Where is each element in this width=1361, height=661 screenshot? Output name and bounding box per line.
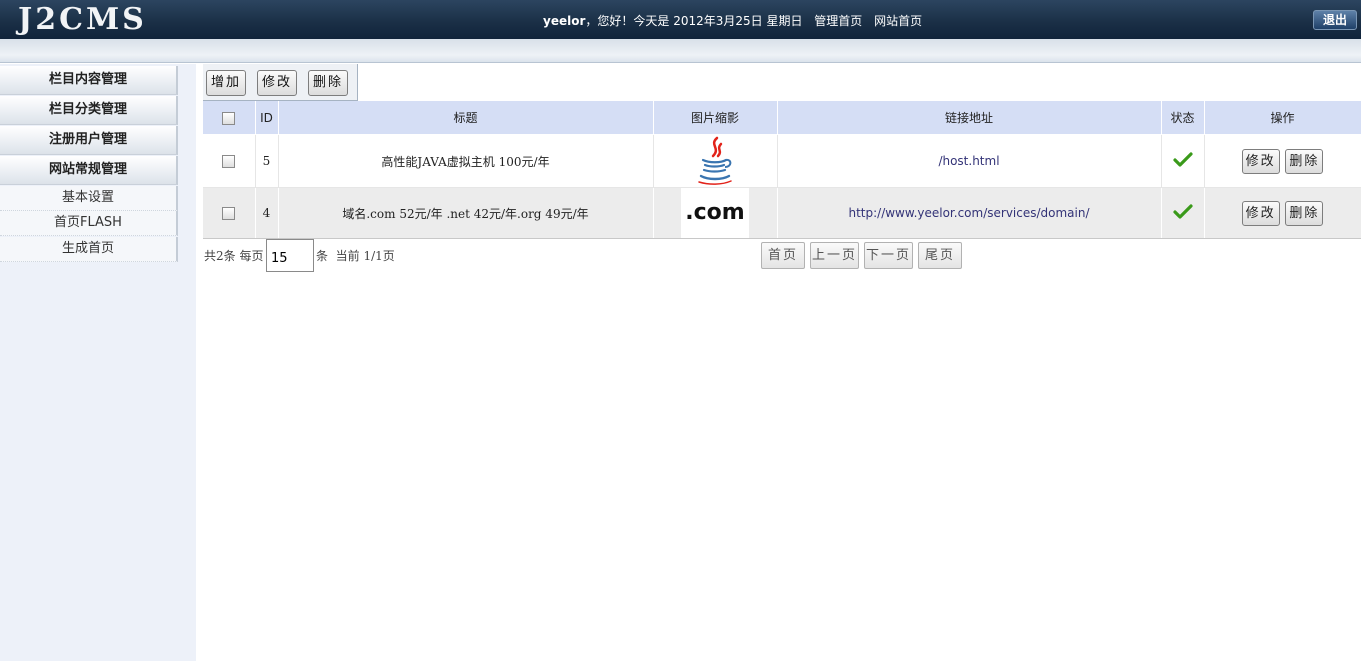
row-image-cell: .com: [653, 187, 778, 239]
row-delete-button[interactable]: 删除: [1285, 148, 1324, 174]
row-title: 域名.com 52元/年 .net 42元/年.org 49元/年: [278, 187, 654, 239]
page-size-input[interactable]: [266, 239, 314, 272]
java-logo-icon: [681, 136, 749, 186]
row-status-cell: [1161, 187, 1205, 239]
row-title: 高性能JAVA虚拟主机 100元/年: [278, 134, 654, 188]
sidebar-item-registered-users[interactable]: 注册用户管理: [0, 126, 178, 155]
sidebar-item-column-content[interactable]: 栏目内容管理: [0, 66, 178, 95]
logout-button[interactable]: 退出: [1313, 10, 1357, 30]
table-row: 5 高性能JAVA虚拟主机 100元/年 /host.html 修改 删除: [203, 134, 1361, 188]
sidebar: 栏目内容管理 栏目分类管理 注册用户管理 网站常规管理 基本设置 首页FLASH…: [0, 64, 196, 661]
site-home-link[interactable]: 网站首页: [874, 14, 922, 28]
pager-summary: 共2条 每页: [204, 247, 263, 264]
edit-button[interactable]: 修改: [257, 70, 297, 96]
total-count: 共2条: [204, 249, 236, 263]
column-header-link: 链接地址: [777, 101, 1162, 135]
action-toolbar: 增加 修改 删除: [203, 64, 358, 101]
row-edit-button[interactable]: 修改: [1241, 148, 1280, 174]
row-id: 5: [255, 134, 279, 188]
column-header-image: 图片缩影: [653, 101, 778, 135]
sidebar-subitem-basic-settings[interactable]: 基本设置: [0, 186, 178, 211]
sidebar-subitem-generate-home[interactable]: 生成首页: [0, 237, 178, 262]
delete-button[interactable]: 删除: [308, 70, 348, 96]
table-row: 4 域名.com 52元/年 .net 42元/年.org 49元/年 .com…: [203, 187, 1361, 239]
sidebar-subitem-home-flash[interactable]: 首页FLASH: [0, 211, 178, 236]
pager-info: 条 当前 1/1页: [316, 247, 395, 264]
row-link[interactable]: /host.html: [777, 134, 1162, 188]
row-checkbox[interactable]: [222, 155, 236, 168]
prev-page-button[interactable]: 上一页: [810, 242, 859, 269]
greeting-text: ，您好！今天是 2012年3月25日 星期日: [585, 14, 803, 28]
current-page: 当前 1/1页: [335, 249, 395, 263]
row-id: 4: [255, 187, 279, 239]
per-page-label: 每页: [239, 249, 264, 263]
content-table: ID 标题 图片缩影 链接地址 状态 操作 5 高性能JAVA虚拟主机 100元…: [203, 101, 1361, 239]
sidebar-item-site-settings[interactable]: 网站常规管理: [0, 156, 178, 185]
admin-home-link[interactable]: 管理首页: [814, 14, 862, 28]
sidebar-item-column-category[interactable]: 栏目分类管理: [0, 96, 178, 125]
per-page-unit: 条: [316, 249, 329, 263]
username: yeelor: [543, 14, 586, 28]
row-select-cell: [203, 187, 256, 239]
next-page-button[interactable]: 下一页: [864, 242, 913, 269]
column-header-status: 状态: [1161, 101, 1205, 135]
check-icon: [1172, 203, 1193, 219]
column-header-title: 标题: [278, 101, 654, 135]
table-header-row: ID 标题 图片缩影 链接地址 状态 操作: [203, 101, 1361, 135]
row-actions-cell: 修改 删除: [1204, 134, 1361, 188]
last-page-button[interactable]: 尾页: [918, 242, 962, 269]
welcome-bar: yeelor，您好！今天是 2012年3月25日 星期日 管理首页 网站首页: [543, 12, 922, 29]
top-header: J2CMS yeelor，您好！今天是 2012年3月25日 星期日 管理首页 …: [0, 0, 1361, 39]
row-select-cell: [203, 134, 256, 188]
row-image-cell: [653, 134, 778, 188]
logo: J2CMS: [18, 2, 147, 37]
row-edit-button[interactable]: 修改: [1241, 200, 1280, 226]
select-all-checkbox[interactable]: [222, 111, 236, 125]
check-icon: [1172, 151, 1193, 167]
dotcom-logo-icon: .com: [681, 188, 749, 238]
row-actions-cell: 修改 删除: [1204, 187, 1361, 239]
column-header-actions: 操作: [1204, 101, 1361, 135]
column-header-id: ID: [255, 101, 279, 135]
select-all-cell: [203, 101, 256, 135]
row-delete-button[interactable]: 删除: [1285, 200, 1324, 226]
row-link[interactable]: http://www.yeelor.com/services/domain/: [777, 187, 1162, 239]
row-status-cell: [1161, 134, 1205, 188]
sub-header-bar: [0, 39, 1361, 63]
dotcom-logo-text: .com: [685, 200, 745, 225]
row-checkbox[interactable]: [222, 207, 236, 220]
add-button[interactable]: 增加: [206, 70, 246, 96]
first-page-button[interactable]: 首页: [761, 242, 805, 269]
